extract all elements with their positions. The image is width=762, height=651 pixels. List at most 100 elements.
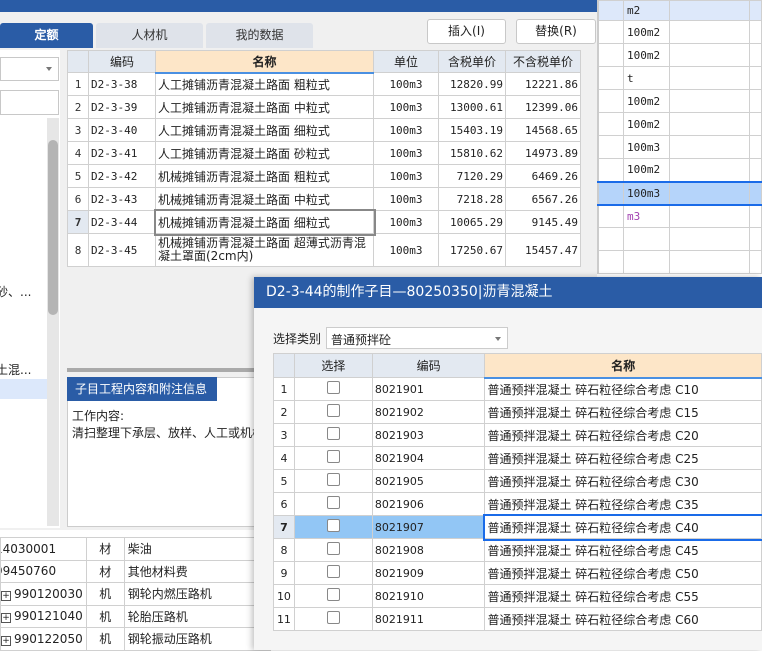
name-cell[interactable]: 人工摊铺沥青混凝土路面 细粒式	[155, 118, 374, 142]
code-cell[interactable]: +990120030	[0, 582, 87, 606]
table-row[interactable]: 100m2	[597, 20, 762, 44]
grid-cell[interactable]	[668, 180, 751, 206]
table-row[interactable]: 100m3	[597, 135, 762, 159]
code-cell[interactable]: 99450760	[0, 559, 87, 583]
category-dropdown[interactable]: 普通预拌砼	[326, 327, 508, 349]
name-cell[interactable]: 人工摊铺沥青混凝土路面 粗粒式	[155, 72, 374, 96]
code-cell[interactable]: D2-3-45	[88, 233, 156, 267]
table-row[interactable]: 9 8021909 普通预拌混凝土 碎石粒径综合考虑 C50	[273, 561, 762, 585]
grid-cell[interactable]	[749, 135, 762, 159]
grid-cell[interactable]: 100m3	[623, 135, 670, 159]
code-cell[interactable]: 8021904	[371, 446, 486, 470]
table-row[interactable]: m2	[597, 0, 762, 21]
name-cell[interactable]: 普通预拌混凝土 碎石粒径综合考虑 C55	[484, 584, 762, 608]
table-row[interactable]: 99450760 材其他材料费	[0, 559, 271, 583]
grid-cell[interactable]	[623, 227, 670, 251]
grid-cell[interactable]	[749, 112, 762, 136]
grid-cell[interactable]	[749, 0, 762, 21]
select-cell[interactable]	[293, 561, 373, 585]
code-cell[interactable]: 8021911	[371, 607, 486, 631]
name-cell[interactable]: 普通预拌混凝土 碎石粒径综合考虑 C60	[484, 607, 762, 631]
grid-cell[interactable]: 100m2	[623, 43, 670, 67]
column-header[interactable]: 选择	[293, 353, 373, 378]
grid-cell[interactable]: 100m3	[623, 180, 670, 206]
table-row[interactable]: 14030001 材柴油	[0, 537, 271, 561]
table-row[interactable]: 8 8021908 普通预拌混凝土 碎石粒径综合考虑 C45	[273, 538, 762, 562]
name-cell[interactable]: 柴油	[123, 537, 271, 561]
notax-price-cell[interactable]: 12221.86	[505, 72, 581, 96]
name-cell[interactable]: 普通预拌混凝土 碎石粒径综合考虑 C15	[484, 400, 762, 424]
name-cell[interactable]: 机械摊铺沥青混凝土路面 细粒式	[153, 208, 376, 236]
select-checkbox[interactable]	[326, 381, 340, 394]
name-cell[interactable]: 轮胎压路机	[123, 604, 271, 628]
table-row[interactable]	[597, 227, 762, 251]
row-number[interactable]: 2	[273, 400, 295, 424]
name-cell[interactable]: 普通预拌混凝土 碎石粒径综合考虑 C35	[484, 492, 762, 516]
name-cell[interactable]: 人工摊铺沥青混凝土路面 中粒式	[155, 95, 374, 119]
tree-item-selected[interactable]	[0, 379, 47, 399]
row-number[interactable]: 4	[67, 141, 89, 165]
row-number[interactable]: 7	[273, 515, 295, 539]
unit-cell[interactable]: 100m3	[373, 72, 439, 96]
row-number[interactable]: 11	[273, 607, 295, 631]
grid-cell[interactable]	[597, 227, 625, 251]
table-row[interactable]: 100m2	[597, 89, 762, 113]
table-row[interactable]: 8 D2-3-45 机械摊铺沥青混凝土路面 超薄式沥青混凝土罩面(2cm内) 100m…	[67, 233, 581, 267]
row-number[interactable]: 3	[67, 118, 89, 142]
column-header[interactable]	[67, 50, 89, 73]
tab-work-content[interactable]: 子目工程内容和附注信息	[67, 377, 217, 401]
code-cell[interactable]: D2-3-41	[88, 141, 156, 165]
notax-price-cell[interactable]: 15457.47	[505, 233, 581, 267]
table-row[interactable]: +990121040 机轮胎压路机	[0, 604, 271, 628]
table-row[interactable]: 3 8021903 普通预拌混凝土 碎石粒径综合考虑 C20	[273, 423, 762, 447]
name-cell[interactable]: 钢轮内燃压路机	[123, 582, 271, 606]
code-cell[interactable]: +990122050	[0, 627, 87, 651]
tax-price-cell[interactable]: 15810.62	[438, 141, 506, 165]
type-cell[interactable]: 机	[85, 604, 125, 628]
tree-item[interactable]: 土混...	[0, 361, 31, 378]
replace-button[interactable]: 替换(R)	[516, 19, 596, 44]
notax-price-cell[interactable]: 6469.26	[505, 164, 581, 188]
insert-button[interactable]: 插入(I)	[427, 19, 506, 44]
select-checkbox[interactable]	[326, 588, 340, 601]
code-cell[interactable]: 8021905	[371, 469, 486, 493]
row-number[interactable]: 8	[273, 538, 295, 562]
grid-cell[interactable]: m2	[623, 0, 670, 21]
table-row[interactable]: 4 D2-3-41 人工摊铺沥青混凝土路面 砂粒式 100m3 15810.62 1497…	[67, 141, 581, 165]
code-cell[interactable]: D2-3-39	[88, 95, 156, 119]
type-cell[interactable]: 材	[85, 537, 125, 561]
unit-cell[interactable]: 100m3	[373, 233, 439, 267]
tax-price-cell[interactable]: 10065.29	[438, 210, 506, 234]
expand-icon[interactable]: +	[1, 613, 11, 624]
name-cell[interactable]: 其他材料费	[123, 559, 271, 583]
table-row[interactable]: 2 8021902 普通预拌混凝土 碎石粒径综合考虑 C15	[273, 400, 762, 424]
scrollbar-thumb[interactable]	[48, 140, 58, 315]
tree-item[interactable]: 砂、...	[0, 283, 31, 300]
grid-cell[interactable]	[749, 158, 762, 182]
select-cell[interactable]	[293, 538, 373, 562]
row-number[interactable]: 5	[67, 164, 89, 188]
column-header[interactable]: 名称	[155, 50, 374, 74]
code-cell[interactable]: D2-3-38	[88, 72, 156, 96]
grid-cell[interactable]	[749, 89, 762, 113]
table-row[interactable]	[597, 250, 762, 274]
code-cell[interactable]: 8021907	[371, 515, 486, 539]
column-header[interactable]: 名称	[484, 353, 762, 379]
code-cell[interactable]: 8021902	[371, 400, 486, 424]
table-row[interactable]: +990120030 机钢轮内燃压路机	[0, 582, 271, 606]
table-row[interactable]: 2 D2-3-39 人工摊铺沥青混凝土路面 中粒式 100m3 13000.61 1239…	[67, 95, 581, 119]
table-row[interactable]: 10 8021910 普通预拌混凝土 碎石粒径综合考虑 C55	[273, 584, 762, 608]
grid-cell[interactable]	[749, 250, 762, 274]
grid-cell[interactable]	[597, 158, 625, 182]
grid-cell[interactable]	[749, 43, 762, 67]
table-row[interactable]: 6 D2-3-43 机械摊铺沥青混凝土路面 中粒式 100m3 7218.28 6567.…	[67, 187, 581, 211]
unit-cell[interactable]: 100m3	[373, 118, 439, 142]
select-cell[interactable]	[293, 515, 373, 539]
table-row[interactable]: 11 8021911 普通预拌混凝土 碎石粒径综合考虑 C60	[273, 607, 762, 631]
grid-cell[interactable]	[668, 204, 751, 228]
table-row[interactable]: 5 8021905 普通预拌混凝土 碎石粒径综合考虑 C30	[273, 469, 762, 493]
select-checkbox[interactable]	[326, 611, 340, 624]
row-number[interactable]: 10	[273, 584, 295, 608]
row-number[interactable]: 6	[67, 187, 89, 211]
table-row[interactable]: t	[597, 66, 762, 90]
